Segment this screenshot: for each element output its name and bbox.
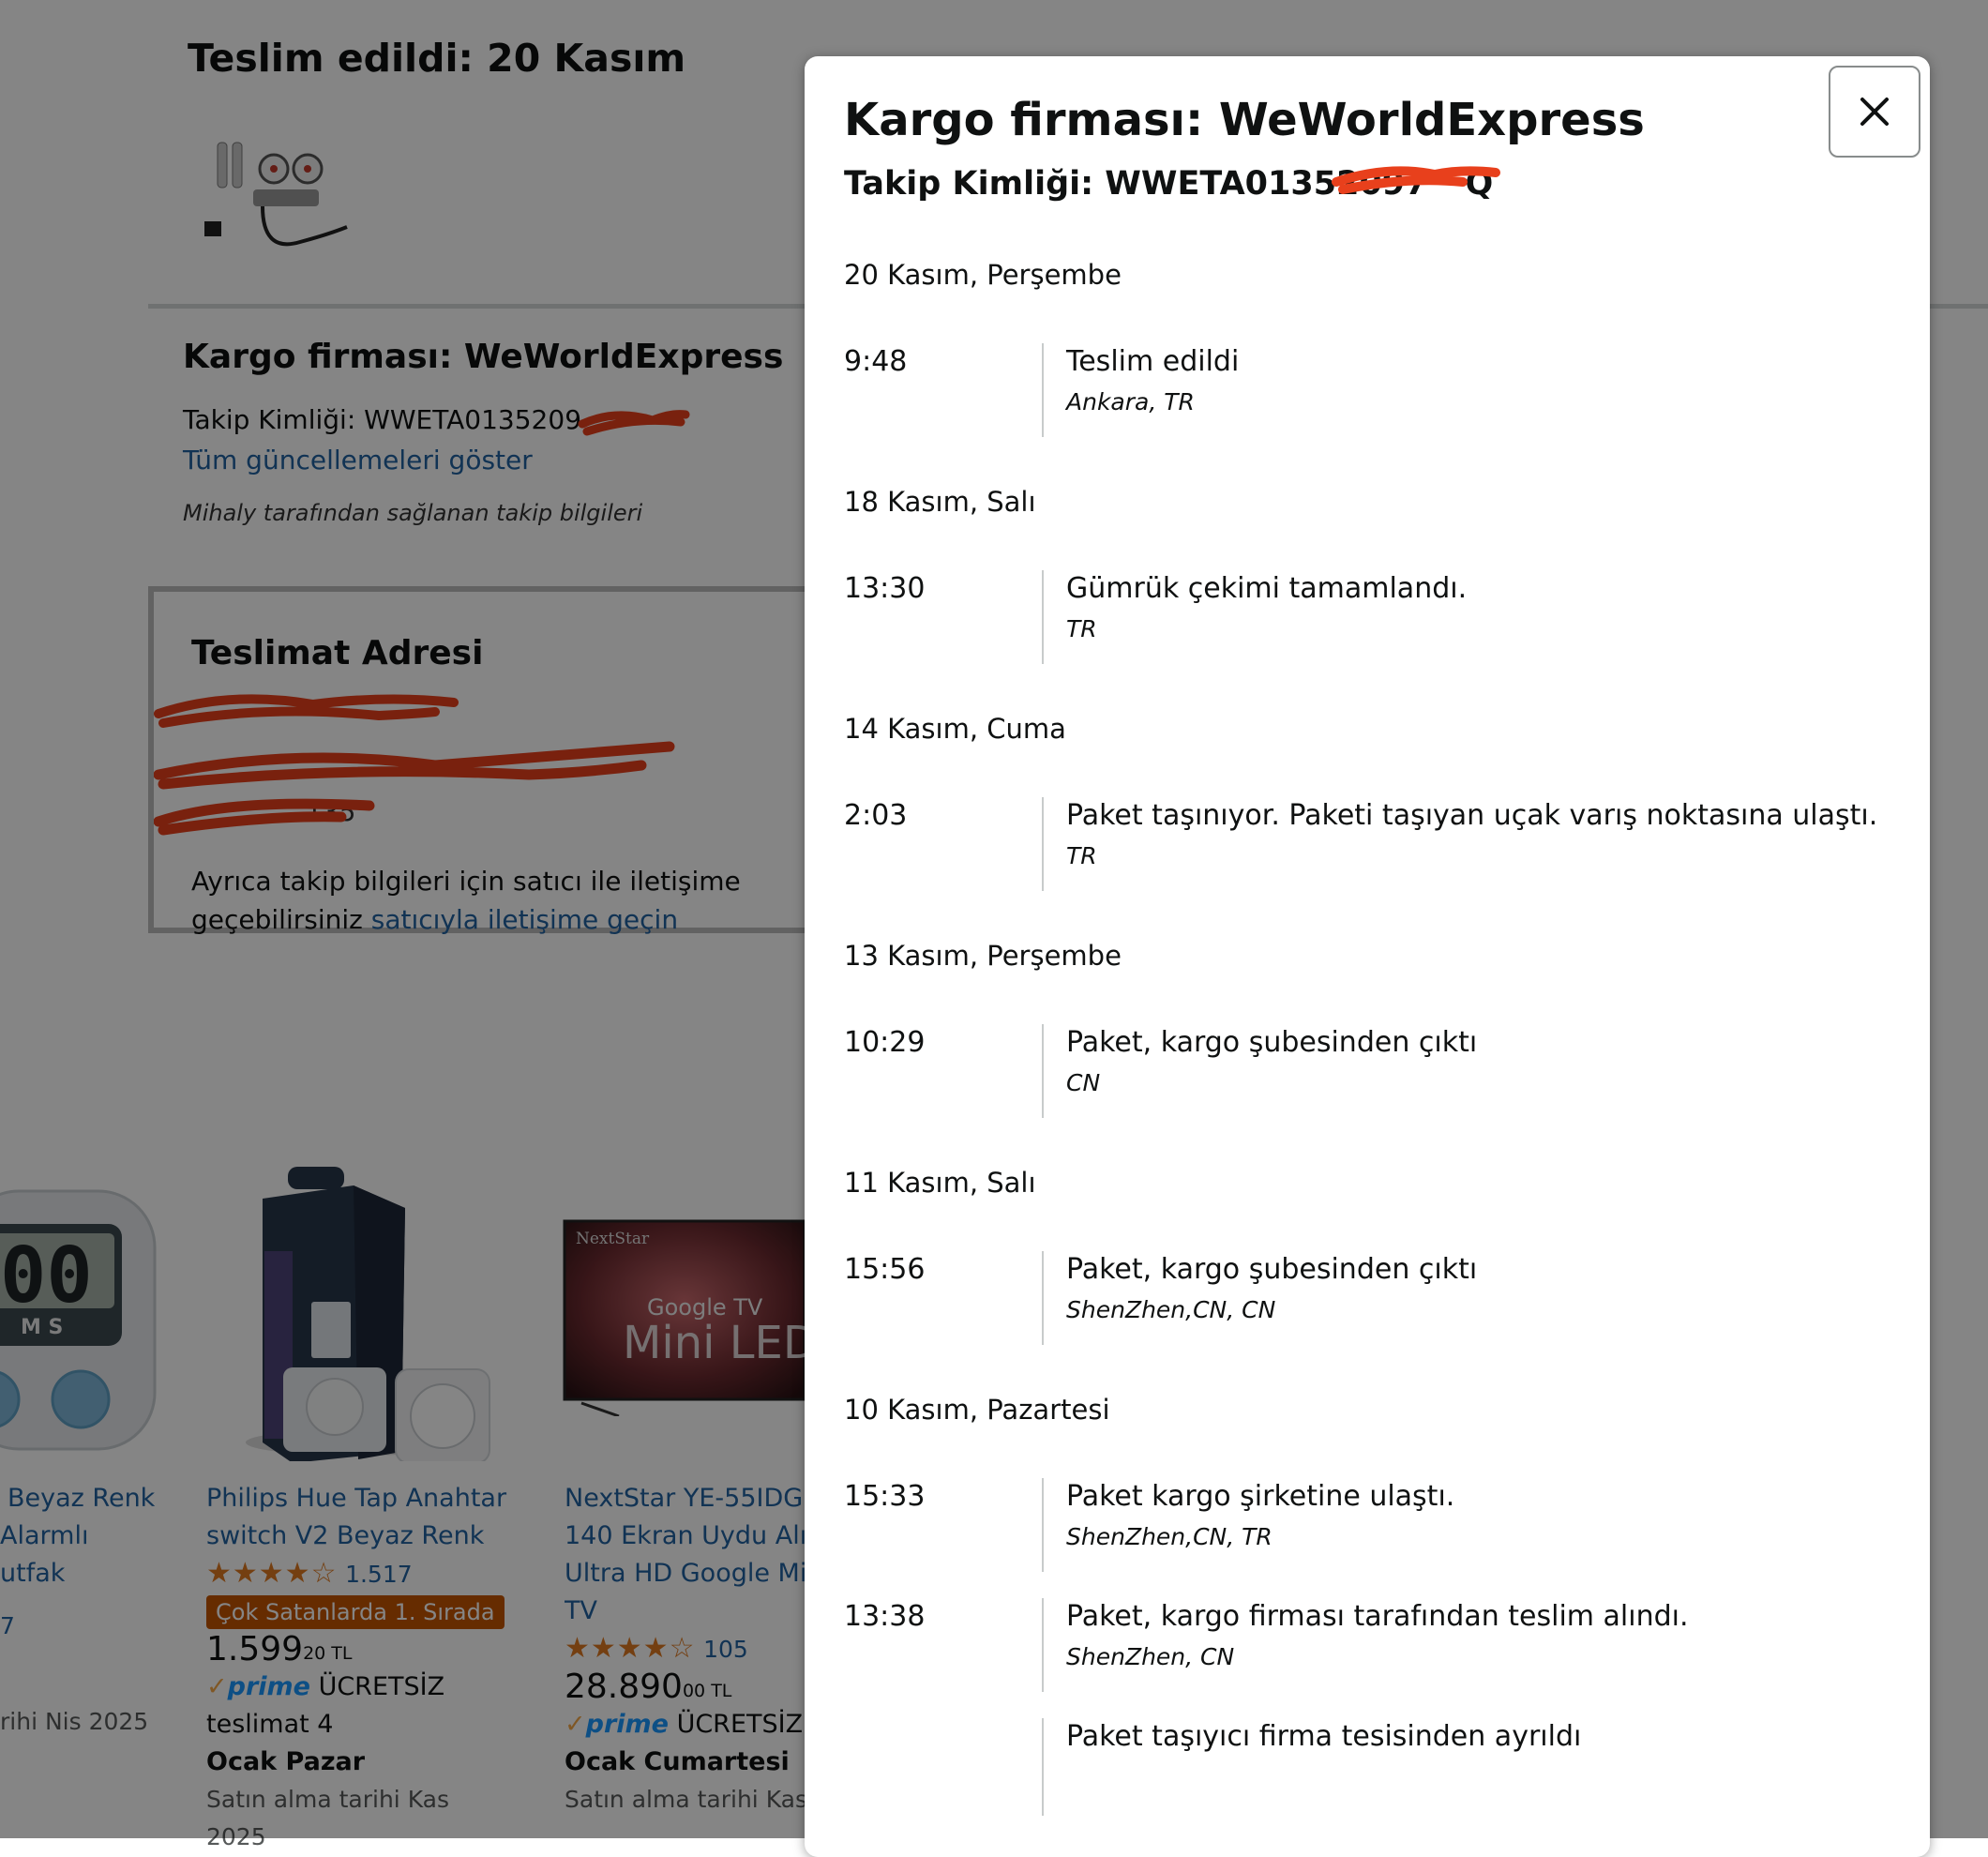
timeline-line (1042, 1718, 1044, 1816)
event-status: Paket kargo şirketine ulaştı. (1066, 1480, 1455, 1513)
modal-title: Kargo firması: WeWorldExpress (844, 94, 1645, 146)
timeline-line (1042, 570, 1044, 664)
timeline-line (1042, 1478, 1044, 1572)
event-status: Paket, kargo şubesinden çıktı (1066, 1253, 1478, 1286)
event-time: 9:48 (844, 345, 908, 378)
timeline-line (1042, 1251, 1044, 1345)
event-location: ShenZhen,CN, CN (1066, 1296, 1276, 1323)
event-status: Paket, kargo firması tarafından teslim a… (1066, 1600, 1689, 1633)
event-status: Paket taşıyıcı firma tesisinden ayrıldı (1066, 1720, 1582, 1753)
timeline-line (1042, 1024, 1044, 1118)
event-time: 2:03 (844, 799, 908, 832)
timeline-line (1042, 1598, 1044, 1692)
event-location: ShenZhen,CN, TR (1066, 1523, 1273, 1550)
redaction-scribble (1332, 166, 1500, 194)
event-time: 10:29 (844, 1026, 926, 1059)
event-status: Paket, kargo şubesinden çıktı (1066, 1026, 1478, 1059)
tracking-modal: Kargo firması: WeWorldExpress Takip Kiml… (805, 56, 1930, 1857)
event-location: TR (1066, 615, 1097, 642)
date-heading: 10 Kasım, Pazartesi (844, 1394, 1110, 1426)
event-location: CN (1066, 1069, 1101, 1096)
event-time: 15:56 (844, 1253, 926, 1286)
event-location: ShenZhen, CN (1066, 1643, 1235, 1670)
event-location: TR (1066, 842, 1097, 869)
timeline-line (1042, 797, 1044, 891)
event-status: Teslim edildi (1066, 345, 1240, 378)
date-heading: 14 Kasım, Cuma (844, 713, 1066, 745)
date-heading: 18 Kasım, Salı (844, 486, 1036, 518)
close-button[interactable] (1829, 66, 1920, 158)
event-status: Paket taşınıyor. Paketi taşıyan uçak var… (1066, 799, 1878, 832)
modal-tracking-id: Takip Kimliği: WWETA01352097 Q (844, 165, 1500, 203)
event-time: 15:33 (844, 1480, 926, 1513)
event-status: Gümrük çekimi tamamlandı. (1066, 572, 1468, 605)
event-time: 13:38 (844, 1600, 926, 1633)
timeline-line (1042, 343, 1044, 437)
event-time: 13:30 (844, 572, 926, 605)
date-heading: 13 Kasım, Perşembe (844, 940, 1122, 972)
close-icon (1860, 98, 1889, 126)
date-heading: 20 Kasım, Perşembe (844, 259, 1122, 291)
date-heading: 11 Kasım, Salı (844, 1167, 1036, 1199)
event-location: Ankara, TR (1066, 388, 1195, 415)
